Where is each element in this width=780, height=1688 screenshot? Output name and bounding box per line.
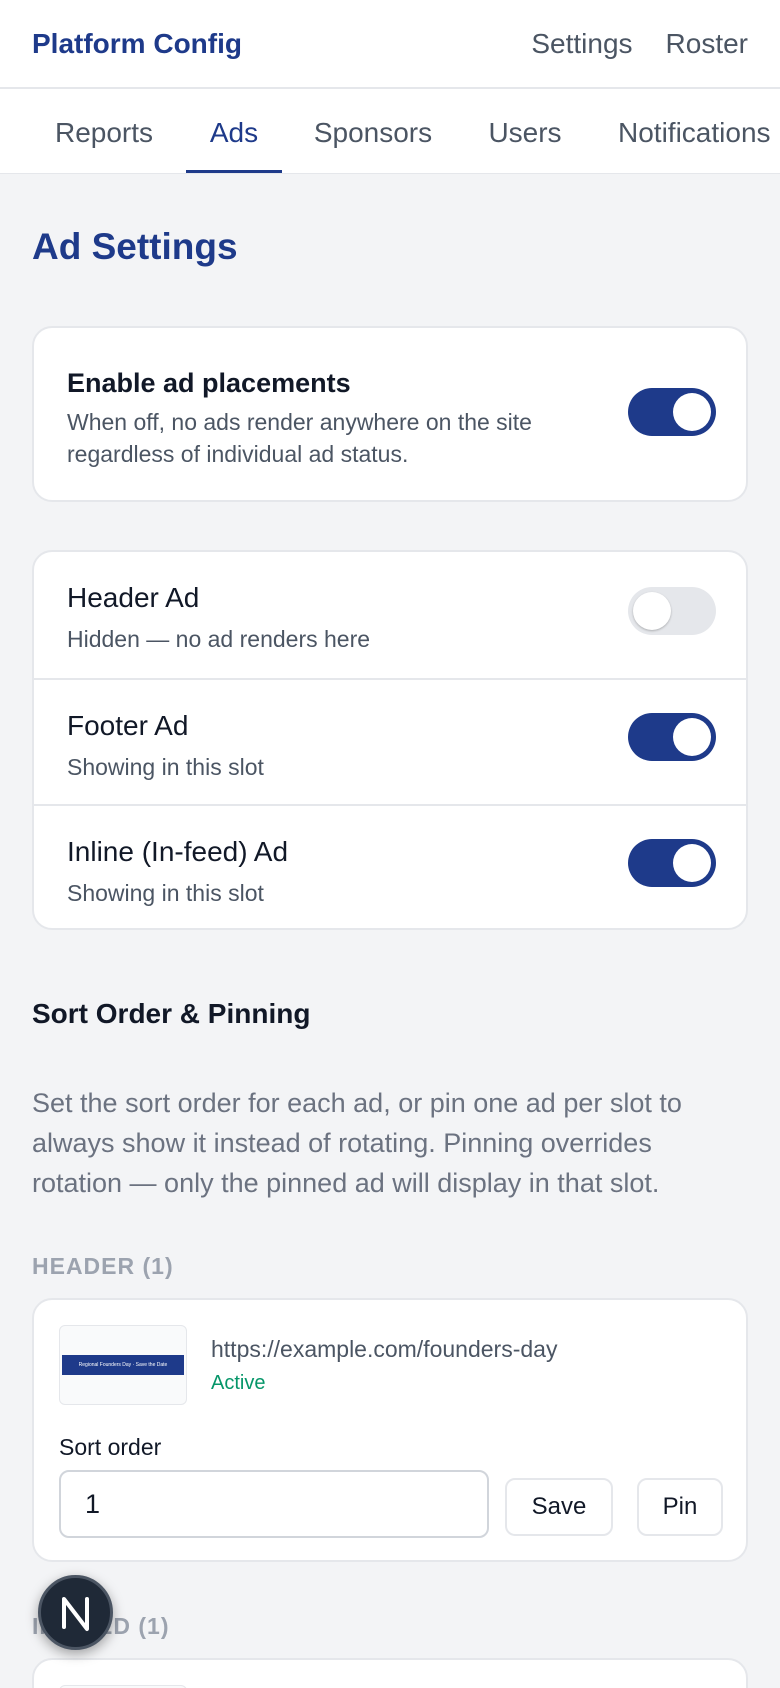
slot-status: Showing in this slot bbox=[67, 754, 264, 780]
tab-ads[interactable]: Ads bbox=[186, 89, 282, 173]
ad-url: https://example.com/founders-day bbox=[211, 1336, 558, 1362]
inline-ad-toggle[interactable] bbox=[628, 839, 716, 887]
master-toggle-card: Enable ad placements When off, no ads re… bbox=[32, 326, 748, 502]
sort-order-label: Sort order bbox=[59, 1434, 162, 1460]
ad-card: Regional Founders Day · Save the Date ht… bbox=[32, 1298, 748, 1562]
pin-button[interactable]: Pin bbox=[637, 1478, 723, 1536]
slot-name: Inline (In-feed) Ad bbox=[67, 836, 289, 867]
nav-link-roster[interactable]: Roster bbox=[666, 28, 748, 60]
footer-ad-toggle[interactable] bbox=[628, 713, 716, 761]
toggle-knob bbox=[673, 718, 711, 756]
slot-row-footer: Footer Ad Showing in this slot bbox=[34, 678, 746, 804]
sort-order-input[interactable] bbox=[59, 1470, 489, 1538]
group-label-header: HEADER (1) bbox=[32, 1253, 174, 1279]
toggle-knob bbox=[673, 844, 711, 882]
top-nav-links: Settings Roster bbox=[531, 28, 748, 60]
tab-sponsors[interactable]: Sponsors bbox=[296, 89, 450, 173]
sort-section-description: Set the sort order for each ad, or pin o… bbox=[32, 1088, 682, 1198]
save-button[interactable]: Save bbox=[505, 1478, 613, 1536]
top-nav-bar: Platform Config Settings Roster bbox=[0, 0, 780, 89]
master-toggle-description: When off, no ads render anywhere on the … bbox=[67, 409, 532, 467]
page-title: Ad Settings bbox=[32, 226, 238, 267]
ad-card-partial bbox=[32, 1658, 748, 1688]
brand-title[interactable]: Platform Config bbox=[32, 28, 242, 60]
nav-link-settings[interactable]: Settings bbox=[531, 28, 632, 60]
ad-slots-card: Header Ad Hidden — no ad renders here Fo… bbox=[32, 550, 748, 930]
slot-name: Header Ad bbox=[67, 582, 200, 613]
slot-row-inline: Inline (In-feed) Ad Showing in this slot bbox=[34, 804, 746, 930]
tab-reports[interactable]: Reports bbox=[32, 89, 176, 173]
section-tabs: Reports Ads Sponsors Users Notifications bbox=[0, 89, 780, 174]
slot-row-header: Header Ad Hidden — no ad renders here bbox=[34, 552, 746, 678]
slot-status: Showing in this slot bbox=[67, 880, 264, 906]
header-ad-toggle[interactable] bbox=[628, 587, 716, 635]
toggle-knob bbox=[633, 592, 671, 630]
toggle-knob bbox=[673, 393, 711, 431]
slot-status: Hidden — no ad renders here bbox=[67, 626, 371, 652]
ad-status-badge: Active bbox=[211, 1372, 266, 1394]
slot-name: Footer Ad bbox=[67, 710, 189, 741]
dev-tools-badge[interactable] bbox=[38, 1575, 113, 1650]
tab-users[interactable]: Users bbox=[474, 89, 576, 173]
master-toggle-title: Enable ad placements bbox=[67, 368, 351, 398]
sort-section-title: Sort Order & Pinning bbox=[32, 998, 311, 1029]
ad-thumbnail: Regional Founders Day · Save the Date bbox=[59, 1325, 187, 1405]
enable-ads-toggle[interactable] bbox=[628, 388, 716, 436]
tab-notifications[interactable]: Notifications bbox=[602, 89, 780, 173]
n-logo-icon bbox=[62, 1597, 89, 1631]
ad-banner-image: Regional Founders Day · Save the Date bbox=[62, 1355, 184, 1375]
